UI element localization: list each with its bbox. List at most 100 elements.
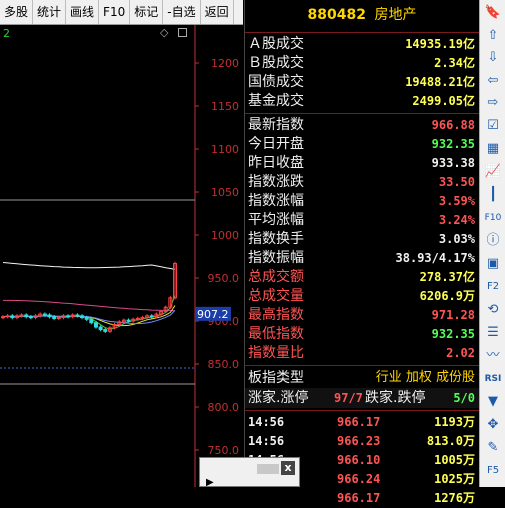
- stat-row: 最新指数 966.88: [245, 116, 479, 135]
- stock-tab-icon[interactable]: ▣: [484, 255, 502, 273]
- candle-body: [19, 314, 24, 317]
- pen-icon[interactable]: ✎: [484, 439, 502, 457]
- stat-row: 昨日收盘 933.38: [245, 154, 479, 173]
- candle-body: [93, 322, 98, 328]
- stat-row: Ｂ股成交 2.34亿: [245, 54, 479, 73]
- stat-value: 971.28: [431, 308, 475, 322]
- ma-pink-line: [3, 299, 176, 312]
- back-button[interactable]: 返回: [201, 0, 234, 24]
- list-icon[interactable]: ☰: [484, 324, 502, 342]
- stat-label: 平均涨幅: [248, 212, 304, 228]
- rsi-icon[interactable]: RSI: [484, 370, 502, 388]
- f10-button[interactable]: F10: [99, 0, 131, 24]
- candle-body: [42, 313, 47, 316]
- stat-row: 今日开盘 932.35: [245, 135, 479, 154]
- stat-label: 今日开盘: [248, 136, 304, 152]
- mark-button[interactable]: 标记: [130, 0, 164, 24]
- trade-price: 966.17: [337, 491, 381, 505]
- candle-body: [84, 317, 89, 320]
- multi-stock-button[interactable]: 多股: [0, 0, 34, 24]
- y-tick-label: 850.0: [208, 358, 240, 371]
- stat-value: 33.50: [438, 175, 475, 189]
- index-type-label: 板指类型: [248, 370, 304, 386]
- price-tag-label: 907.2: [197, 308, 229, 321]
- stat-value: 3.59%: [438, 194, 475, 208]
- trade-price: 966.17: [337, 415, 381, 429]
- decliners-value: 5/0: [453, 391, 475, 405]
- ma-white-line: [2, 262, 176, 270]
- stat-value: 2.34亿: [434, 56, 475, 70]
- stat-value: 933.38: [431, 156, 475, 170]
- f10-icon[interactable]: F10: [484, 209, 502, 227]
- advancers-value: 97/7: [334, 391, 363, 405]
- trade-row: 966.17 1276万: [245, 489, 479, 508]
- diamond-icon[interactable]: ◇: [160, 26, 168, 39]
- stat-value: 19488.21亿: [405, 75, 475, 89]
- chart-canvas[interactable]: 12001150110010501000950.0900.0850.0800.0…: [0, 25, 243, 487]
- stat-label: Ｂ股成交: [248, 55, 304, 71]
- stat-row: 最高指数 971.28: [245, 306, 479, 325]
- trade-price: 966.10: [337, 453, 381, 467]
- info-icon[interactable]: ⓘ: [484, 232, 502, 250]
- candle-body: [28, 316, 33, 319]
- line-chart-icon[interactable]: 📈: [484, 163, 502, 181]
- arrow-left-icon[interactable]: ⇦: [484, 72, 502, 90]
- divider: [245, 32, 479, 33]
- popup-window[interactable]: x ▶: [199, 457, 300, 488]
- index-name: 房地产: [374, 7, 417, 23]
- trade-vol: 813.0万: [426, 434, 475, 448]
- candle-body: [135, 317, 140, 320]
- arrow-down-icon[interactable]: ⇩: [484, 49, 502, 67]
- stat-row: 基金成交 2499.05亿: [245, 92, 479, 111]
- remove-watchlist-button[interactable]: -自选: [163, 0, 201, 24]
- move-icon[interactable]: ✥: [484, 416, 502, 434]
- candle-body: [1, 316, 5, 319]
- candle-chart-icon[interactable]: ┃: [484, 186, 502, 204]
- arrow-up-icon[interactable]: ⇧: [484, 27, 502, 45]
- trade-price: 966.24: [337, 472, 381, 486]
- stat-label: 指数振幅: [248, 250, 304, 266]
- trade-vol: 1193万: [434, 415, 475, 429]
- y-tick-label: 1150: [211, 100, 239, 113]
- stat-row: 指数振幅 38.93/4.17%: [245, 249, 479, 268]
- blurred-title: [257, 464, 279, 474]
- candle-body: [98, 326, 103, 331]
- window-square-icon[interactable]: [178, 28, 187, 37]
- stat-value: 2499.05亿: [412, 94, 475, 108]
- top-toolbar: 多股 统计 画线 F10 标记 -自选 返回: [0, 0, 243, 25]
- stat-value: 932.35: [431, 137, 475, 151]
- candle-body: [149, 315, 154, 318]
- stat-row: 指数涨幅 3.59%: [245, 192, 479, 211]
- price-chart[interactable]: 1200 1150 1100 1050 1000 950.0 900.0 850.0 800.0…: [0, 25, 243, 487]
- statistics-button[interactable]: 统计: [33, 0, 67, 24]
- stat-value: 38.93/4.17%: [395, 251, 475, 265]
- y-tick-label: 750.0: [208, 444, 240, 457]
- checklist-icon[interactable]: ☑: [484, 117, 502, 135]
- stat-value: 14935.19亿: [405, 37, 475, 51]
- ma-green-line: [2, 294, 176, 330]
- candle-body: [103, 329, 108, 332]
- stat-label: 昨日收盘: [248, 155, 304, 171]
- fz-icon[interactable]: F2: [484, 278, 502, 296]
- grid-table-icon[interactable]: ▦: [484, 140, 502, 158]
- market-turnover-group: Ａ股成交 14935.19亿 Ｂ股成交 2.34亿 国债成交 19488.21亿 基金成交 2…: [245, 35, 479, 111]
- cycle-icon[interactable]: ⟲: [484, 301, 502, 319]
- filter-icon[interactable]: ▼: [484, 393, 502, 411]
- candle-body: [89, 318, 94, 324]
- draw-line-button[interactable]: 画线: [66, 0, 100, 24]
- ma-blue-line: [2, 309, 176, 325]
- stat-value: 3.24%: [438, 213, 475, 227]
- wave-chart-icon[interactable]: 〰: [484, 347, 502, 365]
- candle-body: [80, 315, 85, 319]
- f5-icon[interactable]: F5: [484, 462, 502, 480]
- candle-body: [5, 315, 10, 318]
- stat-label: 最新指数: [248, 117, 304, 133]
- stat-row: 总成交量 6206.9万: [245, 287, 479, 306]
- arrow-right-icon[interactable]: ⇨: [484, 94, 502, 112]
- stat-row: 指数涨跌 33.50: [245, 173, 479, 192]
- stat-label: 指数换手: [248, 231, 304, 247]
- candle-body: [75, 314, 80, 317]
- close-icon[interactable]: x: [281, 461, 295, 475]
- bookmark-icon[interactable]: 🔖: [484, 4, 502, 22]
- index-type-options[interactable]: 行业 加权 成份股: [376, 368, 475, 388]
